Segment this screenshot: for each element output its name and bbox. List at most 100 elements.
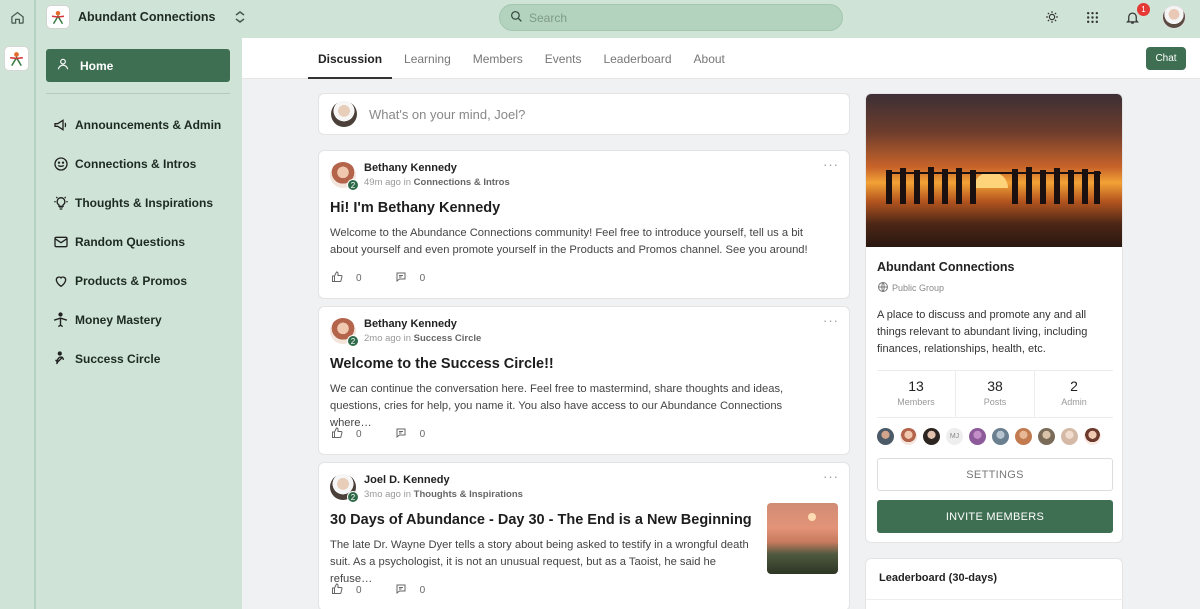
tab-events[interactable]: Events (545, 38, 582, 79)
post-card[interactable]: 2 Bethany Kennedy 49m ago in Connections… (318, 150, 850, 299)
user-avatar[interactable] (1162, 5, 1186, 29)
sidebar-divider (46, 93, 230, 94)
avatar[interactable] (923, 428, 940, 445)
comment-button[interactable]: 0 (395, 427, 425, 442)
more-options-icon[interactable]: ··· (823, 157, 839, 172)
invite-members-button[interactable]: INVITE MEMBERS (877, 500, 1113, 533)
avatar[interactable] (969, 428, 986, 445)
post-channel[interactable]: Connections & Intros (414, 177, 510, 188)
avatar[interactable] (1015, 428, 1032, 445)
composer-placeholder: What's on your mind, Joel? (369, 106, 526, 122)
more-options-icon[interactable]: ··· (823, 313, 839, 328)
tab-discussion[interactable]: Discussion (307, 38, 393, 79)
sidebar-item-label: Money Mastery (75, 312, 162, 327)
post-time: 3mo ago (364, 489, 401, 500)
sidebar-item-products[interactable]: Products & Promos (52, 261, 221, 300)
sidebar-item-label: Products & Promos (75, 273, 188, 288)
like-count: 0 (356, 273, 362, 284)
divider (866, 599, 1124, 600)
megaphone-icon (52, 116, 69, 133)
post-header: 2 Bethany Kennedy 2mo ago in Success Cir… (330, 318, 482, 347)
like-button[interactable]: 0 (331, 271, 362, 286)
sidebar-item-home[interactable]: Home (46, 49, 230, 82)
stat-admin[interactable]: 2 Admin (1034, 371, 1113, 417)
search-input[interactable] (529, 10, 819, 25)
post-body: We can continue the conversation here. F… (330, 383, 784, 429)
like-button[interactable]: 0 (331, 583, 362, 598)
chat-button[interactable]: Chat (1146, 47, 1186, 70)
comment-button[interactable]: 0 (395, 583, 426, 598)
post-author[interactable]: Joel D. Kennedy (364, 474, 523, 486)
post-title[interactable]: Welcome to the Success Circle!! (330, 356, 554, 372)
tab-bar: Discussion Learning Members Events Leade… (242, 38, 1200, 79)
thumbs-up-icon (331, 271, 343, 286)
thumbs-up-icon (331, 427, 343, 442)
post-card[interactable]: 2 Bethany Kennedy 2mo ago in Success Cir… (318, 306, 850, 455)
post-title[interactable]: Hi! I'm Bethany Kennedy (330, 200, 500, 216)
sidebar-item-thoughts[interactable]: Thoughts & Inspirations (52, 183, 221, 222)
comment-button[interactable]: 0 (395, 271, 425, 286)
chevron-updown-icon[interactable] (234, 10, 246, 24)
tabs: Discussion Learning Members Events Leade… (307, 38, 725, 79)
avatar[interactable]: 2 (330, 318, 359, 347)
sidebar-item-random-questions[interactable]: Random Questions (52, 222, 221, 261)
comment-icon (395, 271, 407, 286)
post-card[interactable]: 2 Joel D. Kennedy 3mo ago in Thoughts & … (318, 462, 850, 609)
tab-members[interactable]: Members (473, 38, 523, 79)
community-switcher[interactable]: Abundant Connections (46, 5, 246, 29)
group-description: A place to discuss and promote any and a… (877, 309, 1088, 355)
comment-icon (395, 583, 407, 598)
person-icon (56, 57, 70, 74)
post-composer[interactable]: What's on your mind, Joel? (318, 93, 850, 135)
community-logo-icon (46, 5, 70, 29)
post-author[interactable]: Bethany Kennedy (364, 318, 481, 330)
home-icon[interactable] (7, 7, 27, 27)
post-channel[interactable]: Success Circle (414, 333, 482, 344)
smiley-icon (52, 155, 69, 172)
post-author[interactable]: Bethany Kennedy (364, 162, 510, 174)
post-in-label: in (403, 333, 412, 344)
sidebar-item-announcements[interactable]: Announcements & Admin (52, 105, 221, 144)
avatar[interactable] (900, 428, 917, 445)
app-rail (0, 0, 36, 609)
avatar[interactable] (1084, 428, 1101, 445)
channel-list: Announcements & Admin Connections & Intr… (52, 105, 221, 378)
silhouettes-graphic (886, 167, 1101, 204)
tab-about[interactable]: About (694, 38, 725, 79)
group-info-card: Abundant Connections Public Group A plac… (865, 93, 1123, 543)
globe-icon (877, 281, 889, 295)
sidebar-item-success-circle[interactable]: Success Circle (52, 339, 221, 378)
group-type-label: Public Group (892, 283, 945, 293)
sidebar-item-connections[interactable]: Connections & Intros (52, 144, 221, 183)
app-grid-icon[interactable] (1082, 7, 1102, 27)
theme-toggle-icon[interactable] (1042, 7, 1062, 27)
avatar[interactable] (992, 428, 1009, 445)
notifications-bell-icon[interactable]: 1 (1122, 3, 1150, 27)
comment-count: 0 (419, 585, 426, 596)
post-body: Welcome to the Abundance Connections com… (330, 227, 808, 256)
level-badge: 2 (347, 179, 359, 191)
more-options-icon[interactable]: ··· (823, 469, 839, 484)
avatar[interactable]: MJ (946, 428, 963, 445)
avatar[interactable] (1038, 428, 1055, 445)
group-logo-icon[interactable] (4, 46, 29, 71)
like-button[interactable]: 0 (331, 427, 362, 442)
tab-leaderboard[interactable]: Leaderboard (603, 38, 671, 79)
avatar[interactable]: 2 (330, 162, 359, 191)
settings-button[interactable]: SETTINGS (877, 458, 1113, 491)
sidebar-item-money-mastery[interactable]: Money Mastery (52, 300, 221, 339)
avatar[interactable]: 2 (330, 474, 359, 503)
tab-learning[interactable]: Learning (404, 38, 451, 79)
post-header: 2 Bethany Kennedy 49m ago in Connections… (330, 162, 510, 191)
post-thumbnail[interactable] (767, 503, 838, 574)
like-count: 0 (356, 429, 362, 440)
stat-members[interactable]: 13 Members (877, 371, 955, 417)
post-actions: 0 0 (331, 427, 458, 442)
search-bar[interactable] (499, 4, 843, 31)
avatar[interactable] (1061, 428, 1078, 445)
post-title[interactable]: 30 Days of Abundance - Day 30 - The End … (330, 512, 752, 528)
group-cover-image (866, 94, 1122, 247)
avatar[interactable] (877, 428, 894, 445)
post-channel[interactable]: Thoughts & Inspirations (414, 489, 523, 500)
group-type: Public Group (877, 281, 944, 295)
